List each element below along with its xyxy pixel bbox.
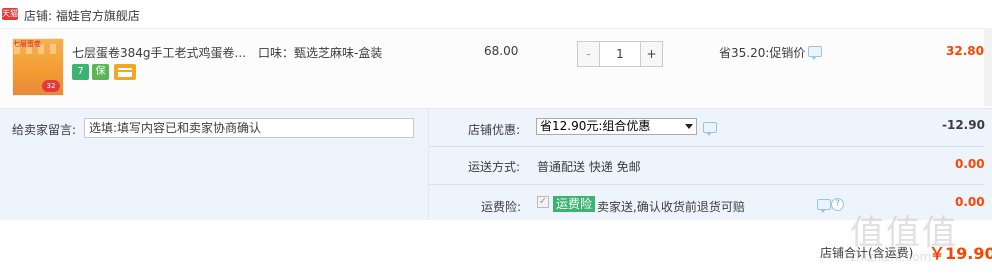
insurance-label: 运费险: <box>481 200 522 214</box>
help-icon[interactable]: ? <box>831 198 844 211</box>
shipping-label: 运送方式: <box>468 160 521 174</box>
sku-flavor[interactable]: 口味：甄选芝麻味-盒装 <box>258 44 382 61</box>
quantity-stepper: - 1 + <box>577 41 663 67</box>
discount-selected-value: 省12.90元:组合优惠 <box>540 119 651 133</box>
discount-amount: -12.90 <box>942 118 985 132</box>
discount-chat-icon[interactable] <box>703 122 717 136</box>
seven-day-return-icon[interactable]: 7 <box>72 64 89 80</box>
promo-chat-icon[interactable] <box>808 46 822 60</box>
insurance-checkbox[interactable]: ✓ <box>537 196 549 208</box>
thumbnail-price-tag: 32 <box>42 80 60 92</box>
product-title-link[interactable]: 七层蛋卷384g手工老式鸡蛋卷... <box>72 44 246 61</box>
item-scrollbar[interactable] <box>984 28 992 106</box>
unit-price: 68.00 <box>484 44 519 58</box>
guarantee-icon[interactable]: 保 <box>92 64 109 80</box>
row-separator <box>429 146 984 147</box>
quantity-input[interactable]: 1 <box>600 42 640 66</box>
thumbnail-label: 七层蛋卷 <box>13 40 41 48</box>
credit-card-icon[interactable] <box>114 64 136 80</box>
insurance-amount: 0.00 <box>955 195 985 209</box>
seller-message-input[interactable]: 选填:填写内容已和卖家协商确认 <box>84 118 414 138</box>
shop-total-amount: ￥19.90 <box>929 244 992 263</box>
item-subtotal: 32.80 <box>946 44 984 58</box>
message-label: 给卖家留言: <box>12 123 77 137</box>
discount-label: 店铺优惠: <box>468 123 521 137</box>
insurance-description: 卖家送,确认收货前退货可赔 <box>597 200 745 214</box>
shop-header: 天猫 店铺: 福娃官方旗舰店 <box>0 0 992 28</box>
quantity-increase-button[interactable]: + <box>640 42 662 66</box>
shop-total-label: 店铺合计(含运费) <box>820 246 914 260</box>
shop-name-link[interactable]: 店铺: 福娃官方旗舰店 <box>24 7 140 24</box>
row-separator <box>429 184 984 185</box>
insurance-tag: 运费险 <box>553 196 596 212</box>
chevron-down-icon <box>685 124 693 129</box>
insurance-chat-icon[interactable] <box>817 199 831 213</box>
discount-select[interactable]: 省12.90元:组合优惠 <box>536 118 697 135</box>
panel-divider <box>428 108 429 220</box>
tmall-badge-icon: 天猫 <box>2 8 18 20</box>
shipping-method: 普通配送 快递 免邮 <box>537 160 641 174</box>
quantity-decrease-button[interactable]: - <box>578 42 600 66</box>
shipping-amount: 0.00 <box>955 157 985 171</box>
cart-item-row <box>0 28 992 106</box>
promo-price-text: 省35.20:促销价 <box>719 46 806 60</box>
